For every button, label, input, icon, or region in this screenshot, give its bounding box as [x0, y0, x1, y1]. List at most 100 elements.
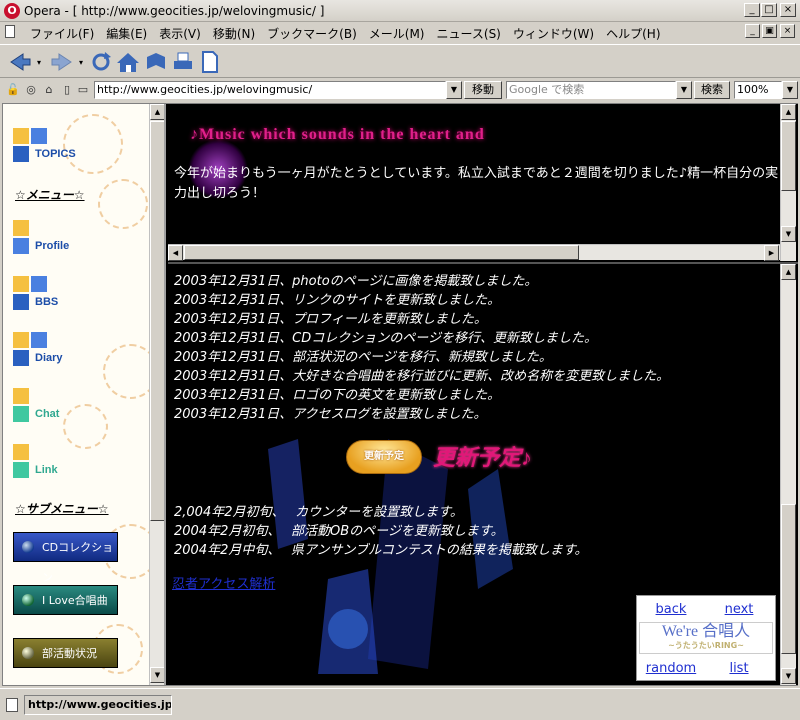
- nav-label: Chat: [35, 408, 60, 420]
- menu-item[interactable]: 移動(N): [207, 24, 261, 43]
- reload-button[interactable]: [88, 49, 114, 75]
- nav-label: TOPICS: [35, 148, 76, 160]
- print-page-icon[interactable]: ▭: [76, 83, 90, 97]
- new-page-button[interactable]: [198, 49, 222, 75]
- settings-icon[interactable]: ◎: [24, 83, 38, 97]
- mdi-restore-button[interactable]: ▣: [762, 24, 777, 38]
- scroll-thumb[interactable]: [781, 504, 796, 654]
- nav-diary[interactable]: Diary: [13, 332, 153, 366]
- menu-item[interactable]: ヘルプ(H): [600, 24, 666, 43]
- home-button[interactable]: [114, 49, 142, 75]
- security-icon[interactable]: 🔓: [6, 83, 20, 97]
- nav-bbs[interactable]: BBS: [13, 276, 153, 310]
- top-frame: ♪Music which sounds in the heart and 今年が…: [168, 104, 798, 264]
- nav-chat[interactable]: Chat: [13, 388, 153, 422]
- window-title: Opera - [ http://www.geocities.jp/welovi…: [24, 4, 325, 18]
- forward-history-icon[interactable]: ▾: [76, 49, 86, 75]
- ring-list-link[interactable]: list: [721, 661, 757, 676]
- hscroll-thumb[interactable]: [184, 245, 579, 260]
- ring-back-link[interactable]: back: [653, 602, 689, 617]
- scroll-down-arrow-icon[interactable]: ▼: [781, 668, 796, 684]
- menu-item[interactable]: ファイル(F): [24, 24, 100, 43]
- status-bar: http://www.geocities.jp/welovingmusic/: [0, 688, 800, 720]
- scroll-left-arrow-icon[interactable]: ◀: [168, 245, 183, 261]
- go-button[interactable]: 移動: [464, 81, 502, 99]
- reload-icon: [92, 52, 111, 71]
- page-info-icon[interactable]: ▯: [60, 83, 74, 97]
- print-icon: [174, 52, 192, 69]
- square-icon: [13, 332, 29, 348]
- intro-text: 今年が始まりもう一ヶ月がたとうとしています。私立入試まであと２週間を切りました♪…: [174, 166, 779, 201]
- square-icon: [31, 332, 47, 348]
- mdi-minimize-button[interactable]: _: [745, 24, 760, 38]
- scroll-right-arrow-icon[interactable]: ▶: [764, 245, 779, 261]
- scroll-down-arrow-icon[interactable]: ▼: [150, 667, 164, 683]
- zoom-field[interactable]: 100%: [734, 81, 782, 99]
- square-icon: [31, 128, 47, 144]
- zoom-dropdown-icon[interactable]: ▼: [782, 81, 798, 99]
- back-button[interactable]: [6, 49, 34, 75]
- bullet-icon: [22, 541, 34, 553]
- menu-item[interactable]: ニュース(S): [430, 24, 506, 43]
- hotlist-button[interactable]: [142, 49, 170, 75]
- print-button[interactable]: [170, 49, 196, 75]
- menu-item[interactable]: ウィンドウ(W): [507, 24, 600, 43]
- square-icon: [13, 294, 29, 310]
- scroll-up-arrow-icon[interactable]: ▲: [781, 264, 796, 280]
- nav-link[interactable]: Link: [13, 444, 153, 478]
- square-icon: [13, 462, 29, 478]
- status-text: http://www.geocities.jp/welovingmusic/: [24, 695, 172, 715]
- search-input[interactable]: Google で検索: [506, 81, 676, 99]
- document-icon: [5, 25, 15, 38]
- square-icon: [13, 128, 29, 144]
- search-button[interactable]: 検索: [694, 81, 730, 99]
- search-engine-dropdown-icon[interactable]: ▼: [676, 81, 692, 99]
- banner-text: ♪Music which sounds in the heart and: [190, 126, 485, 143]
- ring-logo[interactable]: We're 合唱人 ~うたうたいRING~: [639, 622, 773, 654]
- cd-collection-button[interactable]: CDコレクション: [13, 532, 118, 584]
- new-page-icon: [202, 51, 218, 73]
- ring-next-link[interactable]: next: [721, 602, 757, 617]
- close-button[interactable]: ×: [780, 3, 796, 17]
- update-entry: 2003年12月31日、photoのページに画像を掲載致しました。: [174, 274, 538, 289]
- page-icon: [6, 698, 18, 712]
- back-history-icon[interactable]: ▾: [34, 49, 44, 75]
- ring-random-link[interactable]: random: [643, 661, 699, 676]
- nav-topics[interactable]: TOPICS: [13, 128, 153, 162]
- nav-profile[interactable]: Profile: [13, 220, 153, 254]
- square-icon: [31, 276, 47, 292]
- update-entry: 2003年12月31日、リンクのサイトを更新致しました。: [174, 293, 501, 308]
- url-dropdown-icon[interactable]: ▼: [446, 81, 462, 99]
- menu-item[interactable]: 編集(E): [100, 24, 153, 43]
- menu-item[interactable]: ブックマーク(B): [261, 24, 363, 43]
- update-plan-heading: 更新予定♪: [433, 445, 533, 470]
- scroll-thumb[interactable]: [781, 121, 796, 191]
- scroll-thumb[interactable]: [150, 121, 164, 521]
- scroll-up-arrow-icon[interactable]: ▲: [150, 104, 164, 120]
- top-frame-scrollbar[interactable]: ▲ ▼: [780, 104, 796, 261]
- bookmark-page-icon[interactable]: ⌂: [42, 83, 56, 97]
- left-frame-scrollbar[interactable]: ▲ ▼: [149, 104, 164, 685]
- scroll-up-arrow-icon[interactable]: ▲: [781, 104, 796, 120]
- club-status-button[interactable]: 部活動状況: [13, 638, 118, 668]
- scroll-down-arrow-icon[interactable]: ▼: [781, 226, 796, 242]
- forward-button[interactable]: [48, 49, 76, 75]
- submenu-heading: ☆サブメニュー☆: [15, 502, 109, 516]
- mdi-close-button[interactable]: ×: [780, 24, 795, 38]
- menu-item[interactable]: 表示(V): [153, 24, 207, 43]
- access-analysis-link[interactable]: 忍者アクセス解析: [172, 573, 275, 592]
- i-love-chorus-button[interactable]: I Love合唱曲: [13, 585, 118, 615]
- left-frame: TOPICS ☆メニュー☆ Profile BBS Diary Chat Lin…: [3, 104, 166, 685]
- url-field[interactable]: http://www.geocities.jp/welovingmusic/: [94, 81, 446, 99]
- pill-label: CDコレクション: [42, 541, 114, 584]
- main-frame-scrollbar[interactable]: ▲ ▼: [780, 264, 796, 685]
- bullet-icon: [22, 594, 34, 606]
- bullet-icon: [22, 647, 34, 659]
- bookmark-icon: [147, 53, 165, 69]
- maximize-button[interactable]: □: [761, 3, 777, 17]
- menu-list: ファイル(F) 編集(E) 表示(V) 移動(N) ブックマーク(B) メール(M) ニュー…: [24, 24, 667, 43]
- menu-item[interactable]: メール(M): [363, 24, 431, 43]
- update-entry: 2003年12月31日、プロフィールを更新致しました。: [174, 312, 487, 327]
- minimize-button[interactable]: _: [744, 3, 760, 17]
- top-frame-hscrollbar[interactable]: ◀ ▶: [168, 244, 780, 261]
